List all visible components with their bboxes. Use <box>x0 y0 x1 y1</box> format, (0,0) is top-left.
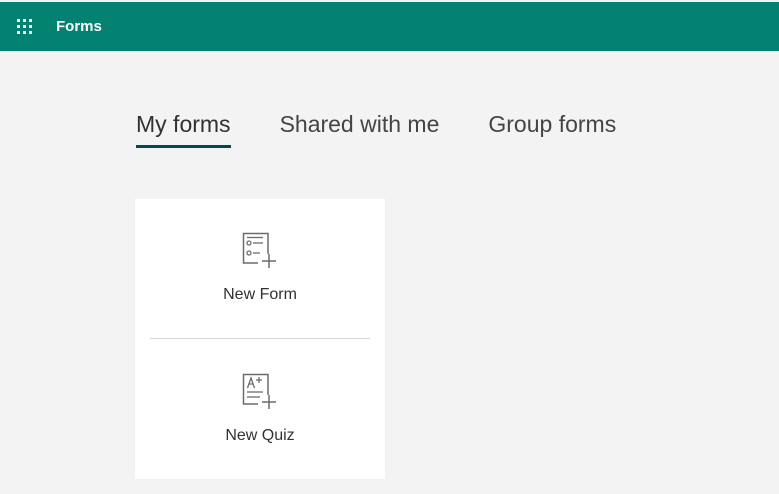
app-launcher-button[interactable] <box>0 2 49 51</box>
new-quiz-label: New Quiz <box>225 427 295 444</box>
new-quiz-icon <box>242 373 276 409</box>
tab-shared-with-me-label: Shared with me <box>279 111 440 137</box>
new-form-button[interactable]: New Form <box>135 199 385 339</box>
tab-group-forms-label: Group forms <box>488 111 617 137</box>
new-item-card: New Form New Quiz <box>135 199 385 479</box>
tab-group-forms[interactable]: Group forms <box>488 108 616 140</box>
tab-my-forms-label: My forms <box>136 111 231 137</box>
app-title-link[interactable]: Forms <box>56 18 102 35</box>
tab-my-forms[interactable]: My forms <box>136 108 231 148</box>
suite-header-bar: Forms <box>0 2 779 51</box>
new-form-label: New Form <box>223 286 297 303</box>
forms-tab-list: My forms Shared with me Group forms <box>136 108 616 148</box>
new-form-icon <box>242 232 276 268</box>
new-quiz-button[interactable]: New Quiz <box>135 339 385 479</box>
waffle-icon <box>17 19 32 34</box>
tab-selected-underline <box>136 145 231 148</box>
tab-shared-with-me[interactable]: Shared with me <box>280 108 440 140</box>
